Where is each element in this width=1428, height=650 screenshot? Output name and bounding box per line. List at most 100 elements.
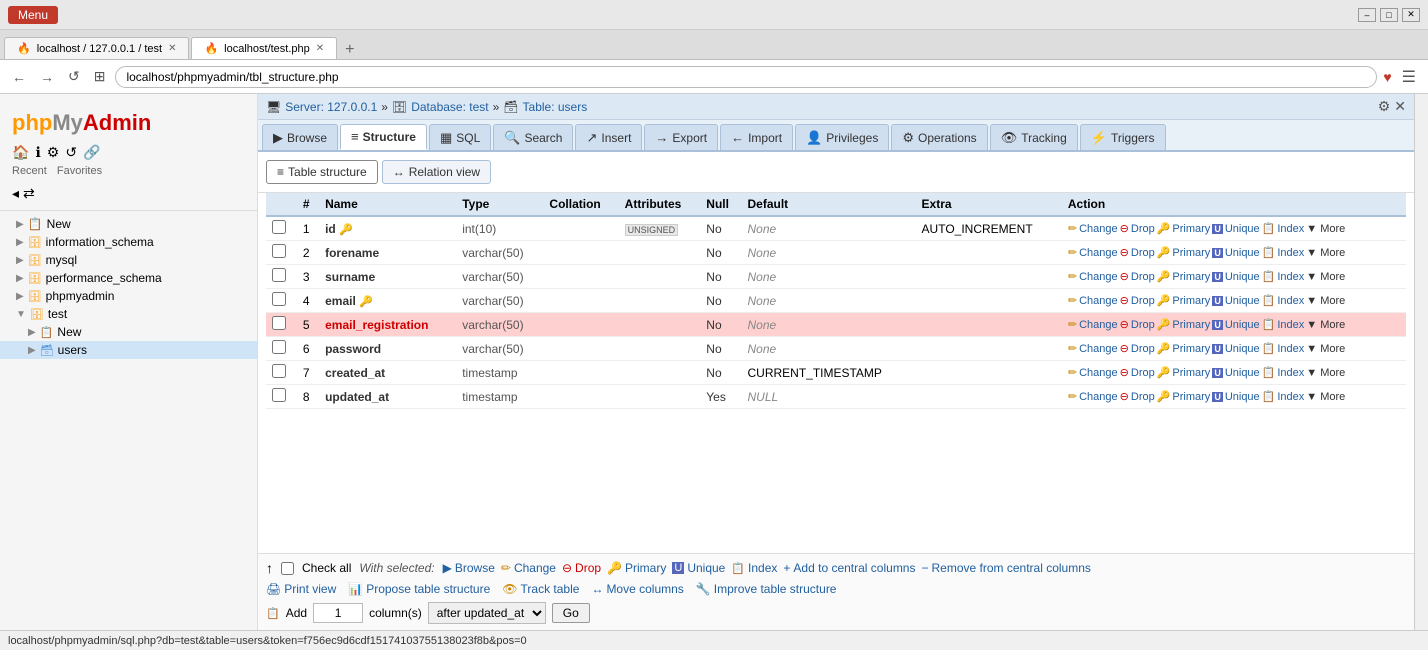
index-link[interactable]: 📋Index	[1262, 342, 1305, 355]
unique-link[interactable]: UUnique	[1212, 391, 1259, 403]
unique-link[interactable]: UUnique	[1212, 319, 1259, 331]
breadcrumb-table-link[interactable]: Table: users	[523, 100, 588, 114]
drop-link[interactable]: ⊖Drop	[1120, 222, 1155, 235]
check-all-label[interactable]: Check all	[302, 561, 351, 575]
check-all-checkbox[interactable]	[281, 562, 294, 575]
sidebar-item-mysql[interactable]: ▶ 🗄 mysql	[0, 251, 257, 269]
header-settings-button[interactable]: ⚙	[1378, 98, 1391, 115]
action-drop-btn[interactable]: ⊖ Drop	[562, 561, 601, 575]
bookmark-icon[interactable]: ♥	[1383, 69, 1391, 85]
close-button[interactable]: ✕	[1402, 8, 1420, 22]
forward-button[interactable]: →	[36, 67, 58, 87]
drop-link[interactable]: ⊖Drop	[1120, 318, 1155, 331]
tab-structure[interactable]: ≡ Structure	[340, 124, 427, 150]
primary-link[interactable]: 🔑Primary	[1157, 222, 1211, 235]
drop-link[interactable]: ⊖Drop	[1120, 270, 1155, 283]
unique-link[interactable]: UUnique	[1212, 271, 1259, 283]
breadcrumb-db-link[interactable]: Database: test	[411, 100, 488, 114]
index-link[interactable]: 📋Index	[1262, 270, 1305, 283]
index-link[interactable]: 📋Index	[1262, 222, 1305, 235]
tab-search[interactable]: 🔍 Search	[493, 124, 573, 150]
primary-link[interactable]: 🔑Primary	[1157, 342, 1211, 355]
add-columns-input[interactable]	[313, 603, 363, 623]
tab-export[interactable]: → Export	[644, 124, 718, 150]
drop-link[interactable]: ⊖Drop	[1120, 390, 1155, 403]
maximize-button[interactable]: □	[1380, 8, 1398, 22]
scrollbar-track[interactable]	[1414, 94, 1428, 630]
breadcrumb-server-link[interactable]: Server: 127.0.0.1	[285, 100, 377, 114]
address-input[interactable]	[115, 66, 1377, 88]
more-dropdown[interactable]: ▼ More	[1306, 295, 1345, 307]
more-dropdown[interactable]: ▼ More	[1306, 247, 1345, 259]
favorites-link[interactable]: Favorites	[57, 165, 102, 177]
more-dropdown[interactable]: ▼ More	[1306, 223, 1345, 235]
subtab-table-structure[interactable]: ≡ Table structure	[266, 160, 378, 184]
unique-link[interactable]: UUnique	[1212, 367, 1259, 379]
settings-sidebar-icon[interactable]: ⚙	[47, 144, 60, 161]
primary-link[interactable]: 🔑Primary	[1157, 390, 1211, 403]
row-checkbox[interactable]	[272, 244, 286, 258]
action-unique-btn[interactable]: U Unique	[672, 561, 725, 575]
row-checkbox[interactable]	[272, 292, 286, 306]
tab-operations[interactable]: ⚙ Operations	[891, 124, 987, 150]
change-link[interactable]: ✏Change	[1068, 246, 1118, 259]
unique-link[interactable]: UUnique	[1212, 343, 1259, 355]
row-checkbox[interactable]	[272, 316, 286, 330]
primary-link[interactable]: 🔑Primary	[1157, 294, 1211, 307]
drop-link[interactable]: ⊖Drop	[1120, 246, 1155, 259]
primary-link[interactable]: 🔑Primary	[1157, 318, 1211, 331]
drop-link[interactable]: ⊖Drop	[1120, 366, 1155, 379]
sync-sidebar-icon[interactable]: ⇄	[23, 185, 35, 202]
improve-structure-link[interactable]: 🔧 Improve table structure	[696, 582, 837, 596]
change-link[interactable]: ✏Change	[1068, 366, 1118, 379]
tab-import[interactable]: ← Import	[720, 124, 793, 150]
tab-tracking[interactable]: 👁 Tracking	[990, 124, 1078, 150]
action-add-central-btn[interactable]: + Add to central columns	[783, 561, 915, 575]
new-tab-button[interactable]: +	[339, 41, 360, 59]
sidebar-item-performance-schema[interactable]: ▶ 🗄 performance_schema	[0, 269, 257, 287]
action-primary-btn[interactable]: 🔑 Primary	[607, 561, 666, 575]
sidebar-item-new[interactable]: ▶ 📋 New	[0, 215, 257, 233]
sidebar-item-test-new[interactable]: ▶ 📋 New	[0, 323, 257, 341]
action-change-btn[interactable]: ✏ Change	[501, 561, 556, 575]
more-dropdown[interactable]: ▼ More	[1306, 319, 1345, 331]
recent-link[interactable]: Recent	[12, 165, 47, 177]
reload-button[interactable]: ↺	[64, 66, 84, 87]
primary-link[interactable]: 🔑Primary	[1157, 246, 1211, 259]
tab-browse[interactable]: ▶ Browse	[262, 124, 338, 150]
unique-link[interactable]: UUnique	[1212, 295, 1259, 307]
change-link[interactable]: ✏Change	[1068, 390, 1118, 403]
subtab-relation-view[interactable]: ↔ Relation view	[382, 160, 491, 184]
add-position-select[interactable]: after updated_at	[428, 602, 546, 624]
tab1-close[interactable]: ✕	[168, 43, 176, 54]
more-dropdown[interactable]: ▼ More	[1306, 367, 1345, 379]
browser-tab-2[interactable]: 🔥 localhost/test.php ✕	[191, 37, 337, 59]
change-link[interactable]: ✏Change	[1068, 270, 1118, 283]
index-link[interactable]: 📋Index	[1262, 390, 1305, 403]
browser-tab-1[interactable]: 🔥 localhost / 127.0.0.1 / test ✕	[4, 37, 189, 59]
link-sidebar-icon[interactable]: 🔗	[83, 144, 100, 161]
primary-link[interactable]: 🔑Primary	[1157, 366, 1211, 379]
drop-link[interactable]: ⊖Drop	[1120, 294, 1155, 307]
unique-link[interactable]: UUnique	[1212, 247, 1259, 259]
more-dropdown[interactable]: ▼ More	[1306, 271, 1345, 283]
refresh-sidebar-icon[interactable]: ↺	[65, 144, 77, 161]
tab-insert[interactable]: ↗ Insert	[575, 124, 642, 150]
minimize-button[interactable]: –	[1358, 8, 1376, 22]
more-dropdown[interactable]: ▼ More	[1306, 391, 1345, 403]
row-checkbox[interactable]	[272, 340, 286, 354]
print-view-link[interactable]: 🖨 Print view	[266, 582, 336, 596]
tab-sql[interactable]: ▦ SQL	[429, 124, 491, 150]
go-button[interactable]: Go	[552, 603, 590, 623]
change-link[interactable]: ✏Change	[1068, 342, 1118, 355]
index-link[interactable]: 📋Index	[1262, 246, 1305, 259]
action-index-btn[interactable]: 📋 Index	[731, 561, 777, 575]
action-remove-central-btn[interactable]: − Remove from central columns	[921, 561, 1090, 575]
index-link[interactable]: 📋Index	[1262, 294, 1305, 307]
tab2-close[interactable]: ✕	[316, 43, 324, 54]
sidebar-item-information-schema[interactable]: ▶ 🗄 information_schema	[0, 233, 257, 251]
sidebar-item-phpmyadmin[interactable]: ▶ 🗄 phpmyadmin	[0, 287, 257, 305]
row-checkbox[interactable]	[272, 220, 286, 234]
home-button[interactable]: ⊞	[90, 66, 110, 87]
change-link[interactable]: ✏Change	[1068, 294, 1118, 307]
